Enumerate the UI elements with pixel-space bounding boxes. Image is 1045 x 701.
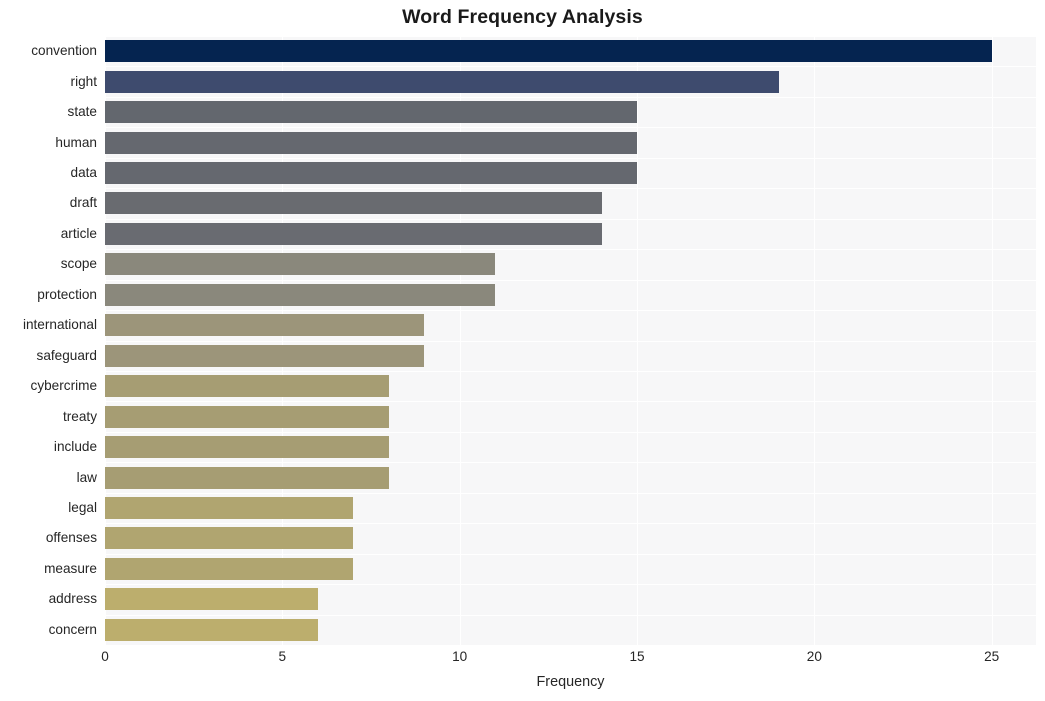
x-tick-label: 10	[452, 649, 468, 664]
y-tick-label: cybercrime	[30, 378, 97, 394]
y-tick-label: state	[67, 104, 97, 120]
bar[interactable]	[105, 436, 389, 459]
x-tick-label: 15	[629, 649, 645, 664]
bar[interactable]	[105, 162, 637, 185]
bar[interactable]	[105, 101, 637, 124]
bar[interactable]	[105, 496, 354, 519]
bar[interactable]	[105, 466, 389, 489]
y-tick-label: right	[70, 73, 97, 89]
bar[interactable]	[105, 253, 496, 276]
bar[interactable]	[105, 192, 602, 215]
y-tick-label: international	[22, 317, 97, 333]
y-tick-label: scope	[60, 256, 97, 272]
bar[interactable]	[105, 314, 425, 337]
y-tick-label: protection	[37, 286, 97, 302]
bar[interactable]	[105, 618, 318, 641]
y-tick-label: law	[76, 469, 97, 485]
bar[interactable]	[105, 40, 992, 63]
x-tick-label: 20	[806, 649, 822, 664]
y-tick-label: convention	[31, 43, 97, 59]
x-tick-label: 0	[101, 649, 109, 664]
x-tick-label: 5	[278, 649, 287, 664]
bar[interactable]	[105, 344, 425, 367]
bar[interactable]	[105, 527, 354, 550]
plot-area	[105, 36, 1036, 646]
y-tick-label: legal	[68, 499, 97, 515]
y-tick-label: safeguard	[36, 347, 97, 363]
y-tick-label: data	[70, 165, 97, 181]
bar[interactable]	[105, 588, 318, 611]
y-tick-label: include	[53, 439, 97, 455]
y-tick-label: concern	[48, 621, 97, 637]
y-tick-label: offenses	[45, 530, 97, 546]
y-tick-label: article	[60, 225, 97, 241]
bar[interactable]	[105, 557, 354, 580]
word-frequency-chart: Word Frequency Analysis convention right s…	[0, 0, 1045, 701]
x-tick-label: 25	[984, 649, 1000, 664]
y-tick-label: draft	[69, 195, 97, 211]
y-tick-label: treaty	[63, 408, 97, 424]
bar[interactable]	[105, 70, 779, 93]
x-axis-title: Frequency	[536, 674, 605, 690]
x-axis-tick-labels: 0 5 10 15 20 25	[101, 645, 1036, 671]
chart-title: Word Frequency Analysis	[402, 6, 643, 28]
y-axis-tick-labels: convention right state human data draft articl…	[0, 36, 97, 645]
bar[interactable]	[105, 222, 602, 245]
bar[interactable]	[105, 131, 637, 154]
bar[interactable]	[105, 405, 389, 428]
bars-layer	[105, 36, 1036, 645]
bar[interactable]	[105, 375, 389, 398]
y-tick-label: address	[48, 591, 97, 607]
y-tick-label: measure	[44, 560, 97, 576]
bar[interactable]	[105, 283, 496, 306]
y-tick-label: human	[55, 134, 97, 150]
